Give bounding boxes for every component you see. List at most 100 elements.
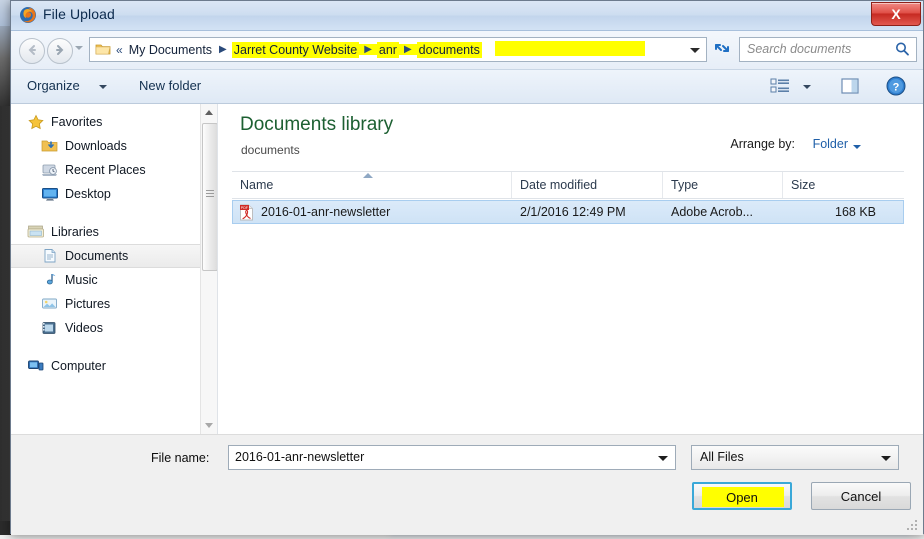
forward-button[interactable] [47, 38, 73, 64]
cell-type: Adobe Acrob... [671, 205, 754, 219]
sidebar-item-label: Recent Places [65, 163, 146, 177]
address-dropdown-chevron-down-icon[interactable] [690, 48, 700, 53]
file-name-input[interactable]: 2016-01-anr-newsletter [228, 445, 676, 470]
file-type-value: All Files [700, 450, 744, 464]
open-button-label: Open [726, 490, 758, 505]
open-button[interactable]: Open [692, 482, 792, 510]
help-icon[interactable]: ? [885, 75, 907, 100]
library-subtitle: documents [241, 143, 300, 157]
sort-ascending-icon [363, 173, 373, 178]
column-header-label: Size [791, 178, 816, 192]
refresh-icon[interactable] [711, 39, 733, 61]
search-placeholder: Search documents [747, 42, 852, 56]
cell-file-name: 2016-01-anr-newsletter [261, 205, 391, 219]
column-header-size[interactable]: Size [783, 172, 893, 198]
pdf-file-icon: PDF [239, 204, 254, 221]
pictures-library-icon [41, 296, 59, 312]
file-type-chevron-down-icon[interactable] [881, 456, 891, 461]
cell-date-modified: 2/1/2016 12:49 PM [520, 205, 626, 219]
search-input[interactable]: Search documents [739, 37, 917, 62]
column-header-label: Name [240, 178, 274, 192]
scroll-up-arrow-icon[interactable] [201, 104, 217, 121]
sidebar-item-music[interactable]: Music [11, 268, 217, 292]
desktop-icon [41, 186, 59, 202]
sidebar-item-pictures[interactable]: Pictures [11, 292, 217, 316]
column-header-name[interactable]: Name [232, 172, 512, 198]
scrollbar-thumb[interactable] [202, 123, 217, 271]
breadcrumb-item-documents[interactable]: documents [416, 41, 482, 58]
sidebar-group-computer[interactable]: Computer [11, 354, 217, 378]
file-list-scrollbar[interactable] [906, 104, 923, 434]
sidebar-group-label: Favorites [51, 115, 103, 129]
sidebar-group-favorites[interactable]: Favorites [11, 110, 217, 134]
breadcrumb-overflow-icon[interactable]: « [116, 43, 127, 57]
organize-chevron-down-icon[interactable] [99, 85, 107, 89]
scrollbar-grip-icon [206, 190, 214, 197]
dialog-title: File Upload [43, 6, 115, 22]
sidebar-item-recent-places[interactable]: Recent Places [11, 158, 217, 182]
arrange-by-label: Arrange by: [730, 137, 795, 151]
column-header-date-modified[interactable]: Date modified [512, 172, 663, 198]
file-list-pane: Documents library documents Arrange by: … [218, 104, 923, 434]
breadcrumb-item-jarret-county-website[interactable]: Jarret County Website [231, 41, 360, 58]
star-icon [27, 114, 45, 130]
cell-size: 168 KB [835, 205, 877, 219]
dialog-titlebar[interactable]: File Upload X [11, 1, 923, 31]
recent-places-icon [41, 162, 59, 178]
breadcrumb-item-my-documents[interactable]: My Documents [127, 42, 214, 58]
close-button[interactable]: X [871, 2, 921, 26]
breadcrumb-separator-icon[interactable]: ▶ [214, 44, 232, 55]
navigation-pane-scrollbar[interactable] [200, 104, 217, 434]
view-mode-chevron-down-icon[interactable] [803, 85, 811, 89]
command-toolbar: Organize New folder ? [11, 69, 923, 104]
downloads-folder-icon [41, 138, 59, 154]
back-button[interactable] [19, 38, 45, 64]
dialog-footer: File name: 2016-01-anr-newsletter All Fi… [11, 434, 923, 535]
resize-grip-icon[interactable] [907, 520, 919, 532]
arrange-by-chevron-down-icon[interactable] [853, 145, 861, 149]
computer-icon [27, 358, 45, 374]
sidebar-item-desktop[interactable]: Desktop [11, 182, 217, 206]
firefox-icon [19, 6, 37, 24]
sidebar-item-label: Documents [65, 249, 129, 263]
sidebar-item-downloads[interactable]: Downloads [11, 134, 217, 158]
file-name-chevron-down-icon[interactable] [658, 456, 668, 461]
cancel-button[interactable]: Cancel [811, 482, 911, 510]
preview-pane-icon[interactable] [839, 75, 861, 100]
documents-library-icon [41, 248, 59, 264]
sidebar-item-label: Videos [65, 321, 103, 335]
breadcrumb-item-anr[interactable]: anr [376, 41, 399, 58]
column-header-row: Name Date modified Type Size [232, 171, 904, 199]
new-folder-button[interactable]: New folder [135, 77, 205, 94]
sidebar-group-label: Computer [51, 359, 106, 373]
breadcrumb-bar[interactable]: « My Documents ▶ Jarret County Website ▶… [89, 37, 707, 62]
column-header-type[interactable]: Type [663, 172, 783, 198]
table-row[interactable]: PDF 2016-01-anr-newsletter 2/1/2016 12:4… [232, 200, 904, 224]
view-mode-icon[interactable] [769, 75, 791, 100]
sidebar-group-label: Libraries [51, 225, 99, 239]
navigation-pane: Favorites Downloads Recent Places Deskto… [11, 104, 218, 434]
breadcrumb: « My Documents ▶ Jarret County Website ▶… [116, 38, 666, 61]
organize-button[interactable]: Organize [23, 77, 84, 94]
scroll-down-arrow-icon[interactable] [201, 417, 217, 434]
search-icon[interactable] [895, 41, 910, 60]
file-name-label: File name: [151, 451, 210, 465]
library-title: Documents library [240, 114, 394, 135]
file-type-select[interactable]: All Files [691, 445, 899, 470]
breadcrumb-separator-icon[interactable]: ▶ [398, 44, 417, 55]
arrange-by-value[interactable]: Folder [813, 137, 848, 151]
svg-text:?: ? [893, 82, 900, 94]
sidebar-item-videos[interactable]: Videos [11, 316, 217, 340]
sidebar-item-label: Downloads [65, 139, 127, 153]
breadcrumb-separator-icon[interactable]: ▶ [359, 44, 377, 55]
recent-locations-chevron-down-icon[interactable] [75, 46, 83, 50]
address-bar-row: « My Documents ▶ Jarret County Website ▶… [11, 31, 923, 69]
dialog-body: Favorites Downloads Recent Places Deskto… [11, 104, 923, 434]
sidebar-item-documents[interactable]: Documents [11, 244, 217, 268]
column-header-label: Type [671, 178, 699, 192]
sidebar-item-label: Desktop [65, 187, 111, 201]
sidebar-group-libraries[interactable]: Libraries [11, 220, 217, 244]
file-upload-dialog: File Upload X « My Documents ▶ Jarret Co… [10, 0, 924, 535]
